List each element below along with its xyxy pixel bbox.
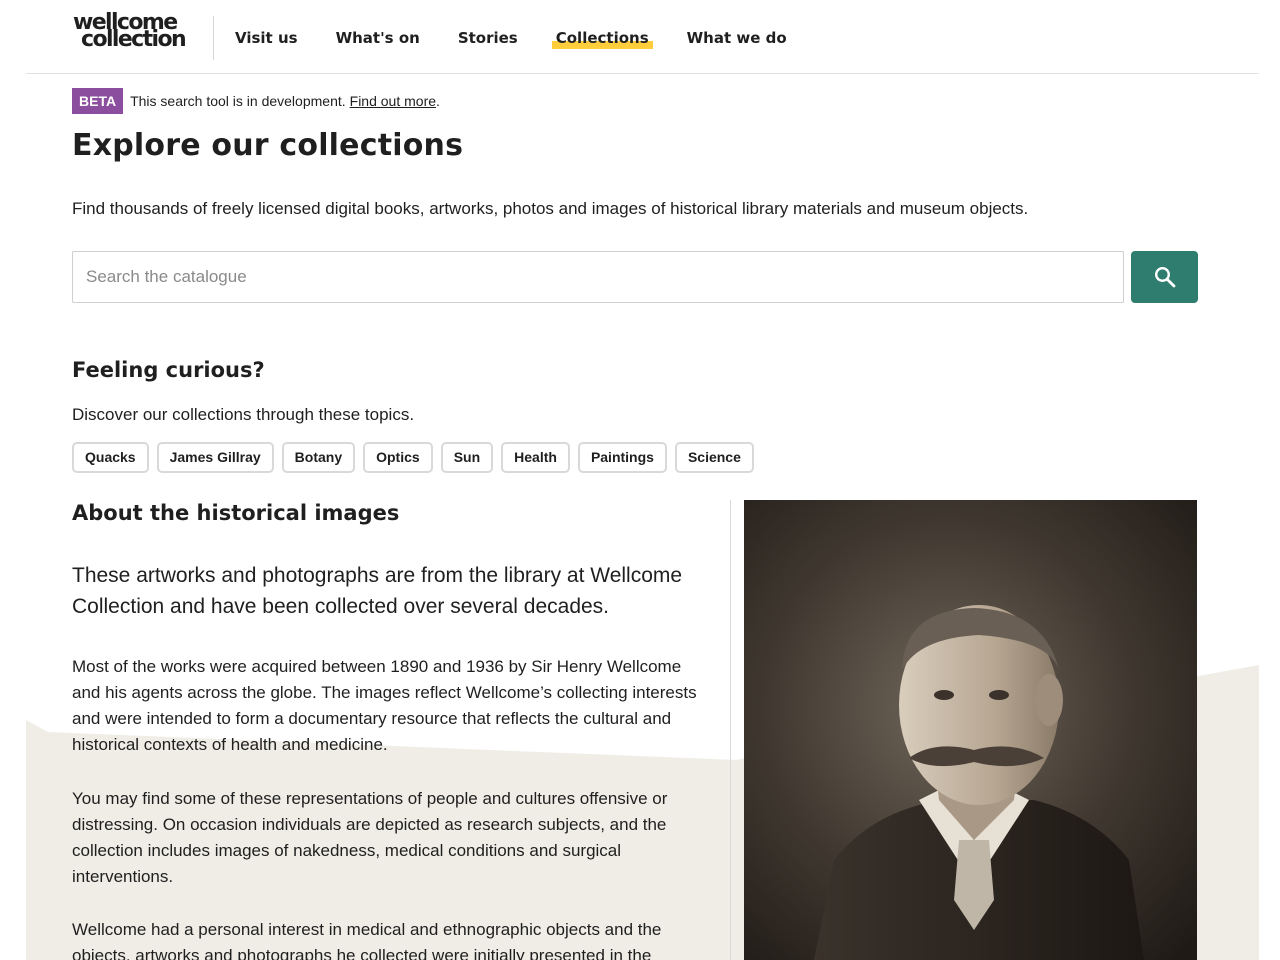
feeling-curious-heading: Feeling curious? [72,358,265,382]
nav-label: What's on [335,29,420,47]
about-paragraph: Wellcome had a personal interest in medi… [72,920,662,960]
topic-optics[interactable]: Optics [363,442,433,473]
nav-label: Visit us [235,29,298,47]
logo-line-2: collection [81,27,187,52]
about-lead: These artworks and photographs are from … [72,564,683,618]
search-button[interactable] [1131,251,1198,303]
topic-health[interactable]: Health [501,442,570,473]
topic-sun[interactable]: Sun [440,442,494,473]
nav-whats-on[interactable]: What's on [336,0,420,74]
header-divider [213,16,214,60]
feeling-curious-text: Discover our collections through these t… [72,405,415,424]
historical-portrait-image [744,500,1197,960]
about-paragraph: You may find some of these representatio… [72,789,668,886]
nav-what-we-do[interactable]: What we do [687,0,787,74]
topic-science[interactable]: Science [674,442,754,473]
nav-visit-us[interactable]: Visit us [235,0,298,74]
topic-botany[interactable]: Botany [281,442,356,473]
wellcome-collection-logo[interactable]: wellcome collection [73,12,195,52]
nav-label: Collections [555,29,649,47]
about-paragraph: Most of the works were acquired between … [72,657,697,754]
beta-suffix: . [436,93,440,109]
find-out-more-link[interactable]: Find out more [350,93,436,109]
column-divider [730,500,731,960]
beta-text: This search tool is in development. [130,93,346,109]
intro-text: Find thousands of freely licensed digita… [72,199,1029,218]
topic-james-gillray[interactable]: James Gillray [156,442,274,473]
topic-paintings[interactable]: Paintings [577,442,667,473]
about-heading: About the historical images [72,501,400,525]
page-title: Explore our collections [72,128,464,163]
search-icon [1154,266,1175,288]
nav-stories[interactable]: Stories [458,0,518,74]
nav-collections[interactable]: Collections [551,0,653,74]
beta-banner: BETA This search tool is in development.… [72,88,440,114]
topic-list: Quacks James Gillray Botany Optics Sun H… [72,442,762,473]
site-header: wellcome collection Visit us What's on S… [26,0,1259,74]
search-input[interactable] [72,251,1124,303]
nav-label: What we do [686,29,787,47]
nav-label: Stories [457,29,518,47]
beta-badge: BETA [72,88,124,114]
topic-quacks[interactable]: Quacks [72,442,149,473]
main-nav: Visit us What's on Stories Collections W… [235,0,825,74]
